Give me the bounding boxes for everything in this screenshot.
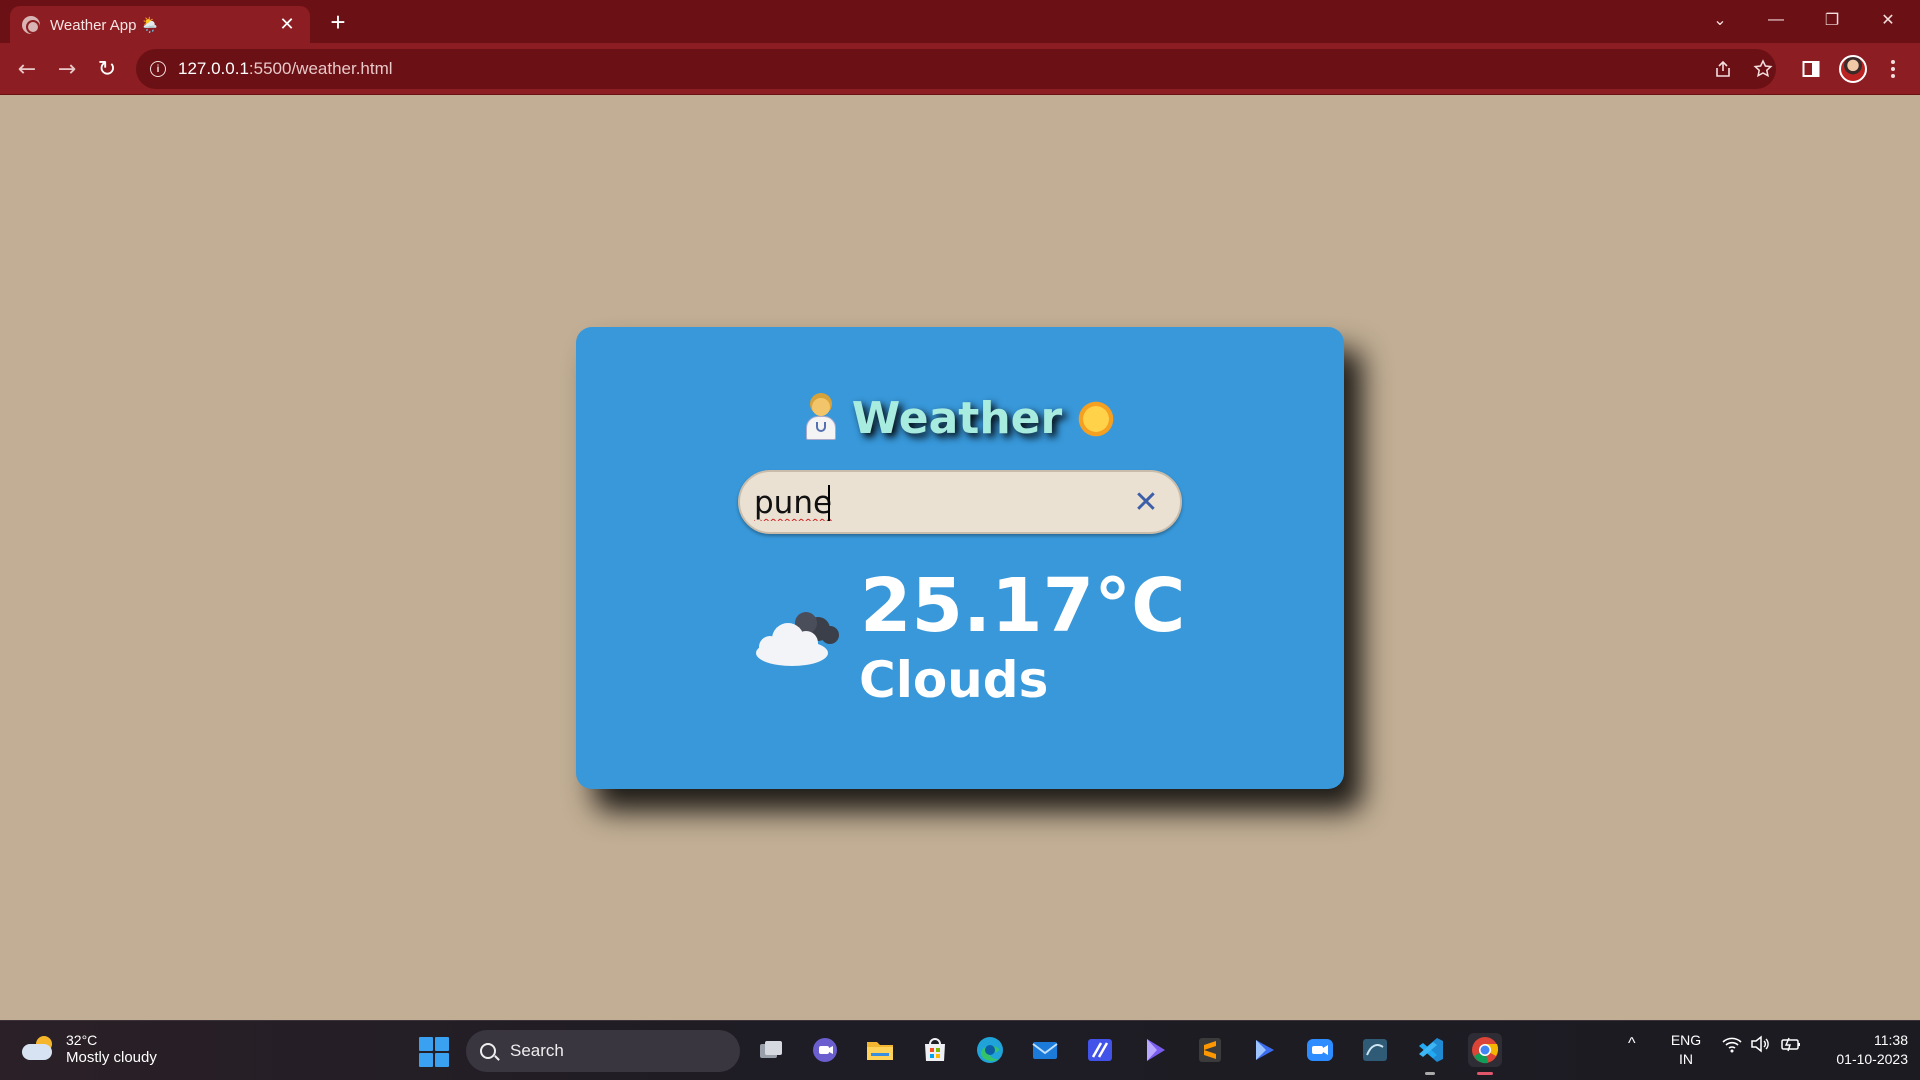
restore-button[interactable]: ❐ bbox=[1804, 0, 1860, 40]
pen-app-icon[interactable] bbox=[1083, 1033, 1117, 1067]
browser-tab[interactable]: Weather App 🌦️ ✕ bbox=[10, 6, 310, 43]
city-search-input[interactable] bbox=[754, 480, 1114, 526]
teams-chat-icon[interactable] bbox=[808, 1033, 842, 1067]
windows-start-icon[interactable] bbox=[419, 1037, 449, 1067]
taskbar-search[interactable]: Search bbox=[466, 1030, 740, 1072]
app-title: Weather bbox=[576, 393, 1344, 444]
edge-browser-icon[interactable] bbox=[973, 1033, 1007, 1067]
app-title-text: Weather bbox=[851, 393, 1063, 444]
volume-icon[interactable] bbox=[1750, 1035, 1770, 1058]
chrome-icon[interactable] bbox=[1468, 1033, 1502, 1075]
browser-tabstrip: Weather App 🌦️ ✕ + ⌄ — ❐ ✕ bbox=[0, 0, 1920, 43]
tab-close-icon[interactable]: ✕ bbox=[276, 14, 298, 36]
sublime-text-icon[interactable] bbox=[1193, 1033, 1227, 1067]
active-indicator bbox=[1477, 1072, 1493, 1075]
power-automate-icon[interactable] bbox=[1138, 1033, 1172, 1067]
system-clock[interactable]: 11:38 01-10-2023 bbox=[1818, 1031, 1908, 1069]
vscode-icon[interactable] bbox=[1413, 1033, 1447, 1075]
taskbar-search-label: Search bbox=[510, 1041, 564, 1060]
globe-icon bbox=[22, 15, 40, 34]
bookmark-star-icon[interactable] bbox=[1750, 56, 1776, 82]
profile-avatar[interactable] bbox=[1839, 55, 1867, 83]
clock-time: 11:38 bbox=[1874, 1032, 1908, 1048]
health-worker-icon bbox=[804, 397, 838, 440]
url-text: 127.0.0.1:5500/weather.html bbox=[178, 59, 393, 79]
language-indicator[interactable]: ENG IN bbox=[1670, 1031, 1702, 1069]
battery-icon[interactable] bbox=[1780, 1035, 1802, 1058]
weather-card: Weather ✕ 25.17°C Clouds bbox=[576, 327, 1344, 789]
temperature-value: 25.17°C bbox=[860, 563, 1186, 649]
clock-date: 01-10-2023 bbox=[1836, 1051, 1908, 1067]
tray-chevron-icon[interactable]: ^ bbox=[1628, 1035, 1636, 1053]
address-bar[interactable]: i 127.0.0.1:5500/weather.html bbox=[136, 49, 1776, 89]
text-caret bbox=[828, 485, 830, 521]
running-indicator bbox=[1425, 1072, 1435, 1075]
wifi-icon[interactable] bbox=[1722, 1035, 1742, 1058]
url-host: 127.0.0.1 bbox=[178, 59, 249, 78]
partly-cloudy-icon bbox=[20, 1034, 56, 1064]
cloud-icon bbox=[756, 612, 839, 666]
taskbar-weather-desc: Mostly cloudy bbox=[66, 1049, 157, 1066]
url-path: :5500/weather.html bbox=[248, 59, 393, 78]
mail-icon[interactable] bbox=[1028, 1033, 1062, 1067]
city-search-box: ✕ bbox=[738, 470, 1182, 534]
close-window-button[interactable]: ✕ bbox=[1860, 0, 1916, 40]
weather-condition: Clouds bbox=[859, 651, 1049, 709]
site-info-icon[interactable]: i bbox=[150, 61, 166, 77]
mysql-workbench-icon[interactable] bbox=[1358, 1033, 1392, 1067]
tab-title: Weather App 🌦️ bbox=[50, 16, 160, 34]
task-view-icon[interactable] bbox=[754, 1033, 788, 1067]
lang-line2: IN bbox=[1679, 1051, 1693, 1067]
back-button[interactable]: ← bbox=[12, 54, 42, 84]
taskbar: 32°C Mostly cloudy Search ^ ENG IN 11:38… bbox=[0, 1020, 1920, 1080]
browser-toolbar: ← → ↻ i 127.0.0.1:5500/weather.html bbox=[0, 43, 1920, 95]
taskbar-weather-temp: 32°C bbox=[66, 1032, 98, 1048]
menu-kebab-icon[interactable] bbox=[1880, 56, 1906, 82]
reload-button[interactable]: ↻ bbox=[92, 54, 122, 84]
minimize-button[interactable]: — bbox=[1748, 0, 1804, 40]
search-icon bbox=[480, 1043, 496, 1059]
lang-line1: ENG bbox=[1670, 1032, 1702, 1048]
taskbar-weather-widget[interactable]: 32°C Mostly cloudy bbox=[20, 1031, 157, 1067]
microsoft-store-icon[interactable] bbox=[918, 1033, 952, 1067]
sun-icon bbox=[1076, 398, 1117, 439]
tab-search-icon[interactable]: ⌄ bbox=[1692, 0, 1748, 40]
share-icon[interactable] bbox=[1710, 56, 1736, 82]
new-tab-button[interactable]: + bbox=[324, 7, 352, 37]
zoom-icon[interactable] bbox=[1303, 1033, 1337, 1067]
file-explorer-icon[interactable] bbox=[863, 1033, 897, 1067]
clear-icon[interactable]: ✕ bbox=[1130, 485, 1162, 520]
forward-button[interactable]: → bbox=[52, 54, 82, 84]
power-apps-icon[interactable] bbox=[1248, 1033, 1282, 1067]
side-panel-icon[interactable] bbox=[1798, 56, 1824, 82]
